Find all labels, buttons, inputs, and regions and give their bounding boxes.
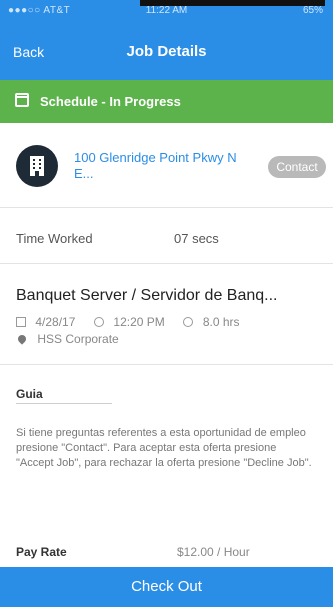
clock-time: 11:22 AM <box>145 5 188 16</box>
calendar-icon <box>15 93 29 107</box>
pay-rate-label: Pay Rate <box>16 545 67 559</box>
schedule-status-label: Schedule - In Progress <box>40 94 181 109</box>
time-worked-row: Time Worked 07 secs <box>0 208 333 264</box>
pay-rate-value: $12.00 / Hour <box>177 545 250 559</box>
job-meta: 4/28/17 12:20 PM 8.0 hrs <box>16 314 240 329</box>
job-summary: Banquet Server / Servidor de Banq... 4/2… <box>0 264 333 365</box>
building-icon <box>16 145 58 187</box>
job-date: 4/28/17 <box>35 314 76 329</box>
guia-heading: Guia <box>16 387 43 401</box>
address-link[interactable]: 100 Glenridge Point Pkwy N E... <box>74 150 254 182</box>
location-row: 100 Glenridge Point Pkwy N E... Contact <box>0 123 333 208</box>
job-title: Banquet Server / Servidor de Banq... <box>16 287 278 304</box>
guia-divider <box>16 403 112 404</box>
time-worked-label: Time Worked <box>16 231 93 246</box>
time-worked-value: 07 secs <box>174 231 219 246</box>
check-out-button[interactable]: Check Out <box>0 567 333 607</box>
job-time: 12:20 PM <box>113 314 165 329</box>
duration-icon <box>183 316 194 327</box>
guia-text: Si tiene preguntas referentes a esta opo… <box>16 427 312 469</box>
clock-icon <box>94 316 105 327</box>
schedule-status-bar: Schedule - In Progress <box>0 80 333 123</box>
status-overlay <box>140 0 325 6</box>
job-location: HSS Corporate <box>16 332 119 346</box>
page-title: Job Details <box>126 43 207 60</box>
calendar-icon <box>16 316 26 327</box>
job-company: HSS Corporate <box>37 332 119 346</box>
status-bar: ●●●○○ AT&T 11:22 AM 65% <box>0 0 333 22</box>
location-pin-icon <box>16 333 28 345</box>
app-header: ●●●○○ AT&T 11:22 AM 65% Back Job Details <box>0 0 333 80</box>
job-hours: 8.0 hrs <box>202 314 240 329</box>
contact-button[interactable]: Contact <box>268 156 326 178</box>
battery-level: 65% <box>302 5 323 16</box>
pay-rate-row: Pay Rate $12.00 / Hour <box>0 537 333 567</box>
